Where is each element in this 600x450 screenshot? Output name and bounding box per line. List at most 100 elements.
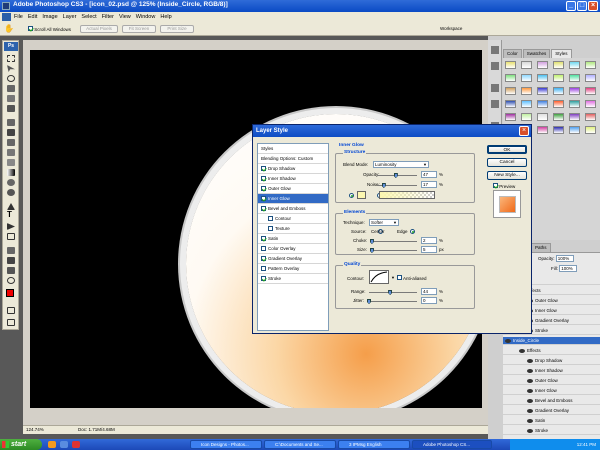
anti-aliased-checkbox[interactable] xyxy=(397,275,402,280)
pen-tool-icon[interactable] xyxy=(7,203,15,210)
fit-screen-button[interactable]: Fit Screen xyxy=(122,25,156,33)
style-item-texture[interactable]: Texture xyxy=(258,224,328,234)
menu-file[interactable]: File xyxy=(14,14,23,20)
quicklaunch-firefox-icon[interactable] xyxy=(48,441,56,448)
style-preset-swatch[interactable] xyxy=(553,126,564,134)
layer-effect-row[interactable]: Bevel and Emboss xyxy=(503,397,600,406)
menu-select[interactable]: Select xyxy=(81,14,96,20)
style-checkbox[interactable] xyxy=(261,266,266,272)
visibility-eye-icon[interactable] xyxy=(527,408,533,413)
style-preset-swatch[interactable] xyxy=(505,61,516,69)
choke-slider[interactable] xyxy=(371,241,417,242)
style-checkbox[interactable] xyxy=(261,256,266,262)
actual-pixels-button[interactable]: Actual Pixels xyxy=(80,25,118,33)
lasso-tool-icon[interactable] xyxy=(7,75,15,82)
magic-wand-icon[interactable] xyxy=(7,85,15,92)
taskbar-documents[interactable]: C:\Documents and Se... xyxy=(264,440,336,449)
tab-paths[interactable]: Paths xyxy=(531,243,551,252)
style-preset-swatch[interactable] xyxy=(585,126,596,134)
layer-effect-row[interactable]: Drop Shadow xyxy=(503,357,600,366)
workspace-menu[interactable]: Workspace xyxy=(440,26,462,31)
style-preset-swatch[interactable] xyxy=(521,100,532,108)
menu-view[interactable]: View xyxy=(119,14,131,20)
style-preset-swatch[interactable] xyxy=(505,100,516,108)
scroll-all-windows-option[interactable]: Scroll All Windows xyxy=(28,26,71,32)
brush-tool-icon[interactable] xyxy=(7,129,15,136)
style-preset-swatch[interactable] xyxy=(585,113,596,121)
hand-tool-icon[interactable]: ✋ xyxy=(4,24,14,34)
range-field[interactable]: 44 xyxy=(421,288,437,295)
taskbar-photoshop[interactable]: Adobe Photoshop CS... xyxy=(412,440,492,449)
style-checkbox[interactable] xyxy=(268,216,273,222)
layer-effect-row[interactable]: Inner Glow xyxy=(503,387,600,396)
style-preset-swatch[interactable] xyxy=(521,87,532,95)
zoom-tool-icon[interactable] xyxy=(7,277,15,284)
start-button[interactable]: start xyxy=(0,439,42,450)
layer-effect-row[interactable]: Stroke xyxy=(503,427,600,436)
foreground-color-swatch[interactable] xyxy=(6,289,14,297)
ps-menu-icon[interactable] xyxy=(2,13,11,21)
shape-tool-icon[interactable] xyxy=(7,233,15,240)
style-item-drop-shadow[interactable]: Drop Shadow xyxy=(258,164,328,174)
style-item-color-overlay[interactable]: Color Overlay xyxy=(258,244,328,254)
layer-effect-row[interactable]: Gradient Overlay xyxy=(503,407,600,416)
cancel-button[interactable]: Cancel xyxy=(487,158,527,167)
history-icon[interactable] xyxy=(491,46,499,54)
tab-swatches[interactable]: Swatches xyxy=(522,49,551,58)
layer-effect-row[interactable]: Inner Shadow xyxy=(503,367,600,376)
style-checkbox[interactable] xyxy=(261,176,266,182)
style-item-inner-shadow[interactable]: Inner Shadow xyxy=(258,174,328,184)
contour-picker[interactable] xyxy=(369,270,389,284)
maximize-button[interactable]: □ xyxy=(577,1,587,11)
style-item-satin[interactable]: Satin xyxy=(258,234,328,244)
preview-option[interactable]: Preview xyxy=(493,183,515,189)
style-preset-swatch[interactable] xyxy=(553,113,564,121)
visibility-eye-icon[interactable] xyxy=(527,428,533,433)
style-preset-swatch[interactable] xyxy=(569,61,580,69)
eyedropper-icon[interactable] xyxy=(7,257,15,264)
style-preset-swatch[interactable] xyxy=(569,126,580,134)
glow-color-swatch[interactable] xyxy=(357,191,366,199)
style-preset-swatch[interactable] xyxy=(553,61,564,69)
ok-button[interactable]: OK xyxy=(487,145,527,154)
jitter-field[interactable]: 0 xyxy=(421,297,437,304)
new-style-button[interactable]: New Style... xyxy=(487,171,527,180)
style-preset-swatch[interactable] xyxy=(537,100,548,108)
path-selection-icon[interactable] xyxy=(7,223,15,230)
quick-mask-icon[interactable] xyxy=(7,307,15,314)
style-preset-swatch[interactable] xyxy=(537,113,548,121)
color-radio[interactable] xyxy=(349,193,354,198)
marquee-tool-icon[interactable] xyxy=(7,55,15,62)
style-item-gradient-overlay[interactable]: Gradient Overlay xyxy=(258,254,328,264)
style-item-contour[interactable]: Contour xyxy=(258,214,328,224)
style-checkbox[interactable] xyxy=(261,246,266,252)
visibility-eye-icon[interactable] xyxy=(519,348,525,353)
visibility-eye-icon[interactable] xyxy=(527,398,533,403)
zoom-level[interactable]: 124.74% xyxy=(26,427,44,432)
scroll-all-checkbox[interactable] xyxy=(28,26,33,31)
taskbar-ipmsg[interactable]: 3 IPMsg English xyxy=(338,440,410,449)
jitter-slider[interactable] xyxy=(369,301,417,302)
choke-field[interactable]: 2 xyxy=(421,237,437,244)
visibility-eye-icon[interactable] xyxy=(527,358,533,363)
style-preset-swatch[interactable] xyxy=(537,74,548,82)
notes-tool-icon[interactable] xyxy=(7,247,15,254)
healing-brush-icon[interactable] xyxy=(7,119,15,126)
quicklaunch-media-icon[interactable] xyxy=(72,441,80,448)
menu-image[interactable]: Image xyxy=(42,14,57,20)
size-field[interactable]: 5 xyxy=(421,246,437,253)
tab-styles[interactable]: Styles xyxy=(551,49,572,58)
anti-aliased-option[interactable]: Anti-aliased xyxy=(397,275,427,281)
visibility-eye-icon[interactable] xyxy=(527,388,533,393)
style-preset-swatch[interactable] xyxy=(537,61,548,69)
style-item-bevel-and-emboss[interactable]: Bevel and Emboss xyxy=(258,204,328,214)
style-preset-swatch[interactable] xyxy=(585,74,596,82)
print-size-button[interactable]: Print Size xyxy=(160,25,194,33)
dodge-tool-icon[interactable] xyxy=(7,189,15,196)
taskbar-icon-designs[interactable]: Icon Designs - Photos... xyxy=(190,440,262,449)
style-checkbox[interactable] xyxy=(261,166,266,172)
style-preset-swatch[interactable] xyxy=(537,126,548,134)
layer-effect-row[interactable]: Satin xyxy=(503,417,600,426)
close-button[interactable]: × xyxy=(588,1,598,11)
history-brush-icon[interactable] xyxy=(7,149,15,156)
